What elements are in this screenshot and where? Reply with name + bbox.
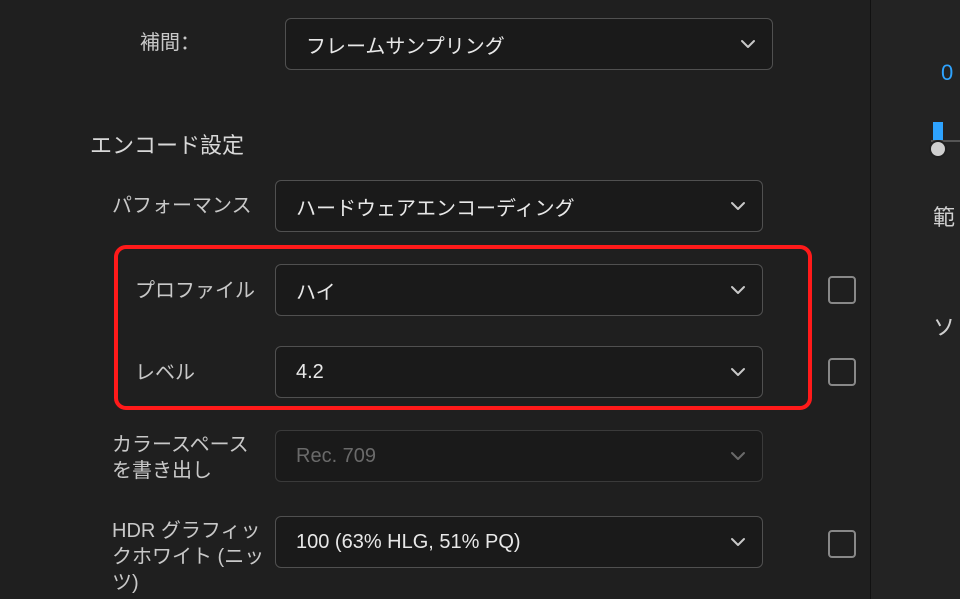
chevron-down-icon bbox=[730, 364, 746, 380]
side-zero: 0 bbox=[941, 60, 953, 86]
hdrwhite-dropdown[interactable]: 100 (63% HLG, 51% PQ) bbox=[275, 516, 763, 568]
colorspace-value: Rec. 709 bbox=[296, 445, 376, 468]
performance-value: ハードウェアエンコーディング bbox=[296, 192, 575, 221]
level-value: 4.2 bbox=[296, 361, 324, 384]
performance-label: パフォーマンス bbox=[112, 193, 252, 219]
colorspace-label: カラースペースを書き出し bbox=[112, 432, 267, 484]
chevron-down-icon bbox=[730, 198, 746, 214]
side-panel-fragment: 0 範 ソ bbox=[870, 0, 960, 599]
hdrwhite-label: HDR グラフィックホワイト (ニッツ) bbox=[112, 518, 272, 596]
chevron-down-icon bbox=[730, 448, 746, 464]
chevron-down-icon bbox=[740, 36, 756, 52]
level-dropdown[interactable]: 4.2 bbox=[275, 346, 763, 398]
interpolation-label: 補間： bbox=[140, 30, 200, 56]
encode-section-header: エンコード設定 bbox=[90, 128, 244, 160]
side-label-range: 範 bbox=[933, 200, 955, 232]
profile-label: プロファイル bbox=[135, 278, 255, 304]
hdrwhite-value: 100 (63% HLG, 51% PQ) bbox=[296, 531, 521, 554]
settings-panel: 補間： フレームサンプリング エンコード設定 パフォーマンス ハードウェアエンコ… bbox=[0, 0, 870, 599]
profile-dropdown[interactable]: ハイ bbox=[275, 264, 763, 316]
chevron-down-icon bbox=[730, 282, 746, 298]
interpolation-dropdown[interactable]: フレームサンプリング bbox=[285, 18, 773, 70]
chevron-down-icon bbox=[730, 534, 746, 550]
level-label: レベル bbox=[135, 360, 195, 386]
hdrwhite-checkbox[interactable] bbox=[828, 530, 856, 558]
side-knob[interactable] bbox=[931, 142, 945, 156]
profile-checkbox[interactable] bbox=[828, 276, 856, 304]
side-tick bbox=[933, 122, 943, 140]
performance-dropdown[interactable]: ハードウェアエンコーディング bbox=[275, 180, 763, 232]
colorspace-dropdown: Rec. 709 bbox=[275, 430, 763, 482]
side-label-source: ソ bbox=[933, 310, 955, 342]
interpolation-value: フレームサンプリング bbox=[306, 30, 505, 59]
level-checkbox[interactable] bbox=[828, 358, 856, 386]
profile-value: ハイ bbox=[296, 276, 336, 305]
